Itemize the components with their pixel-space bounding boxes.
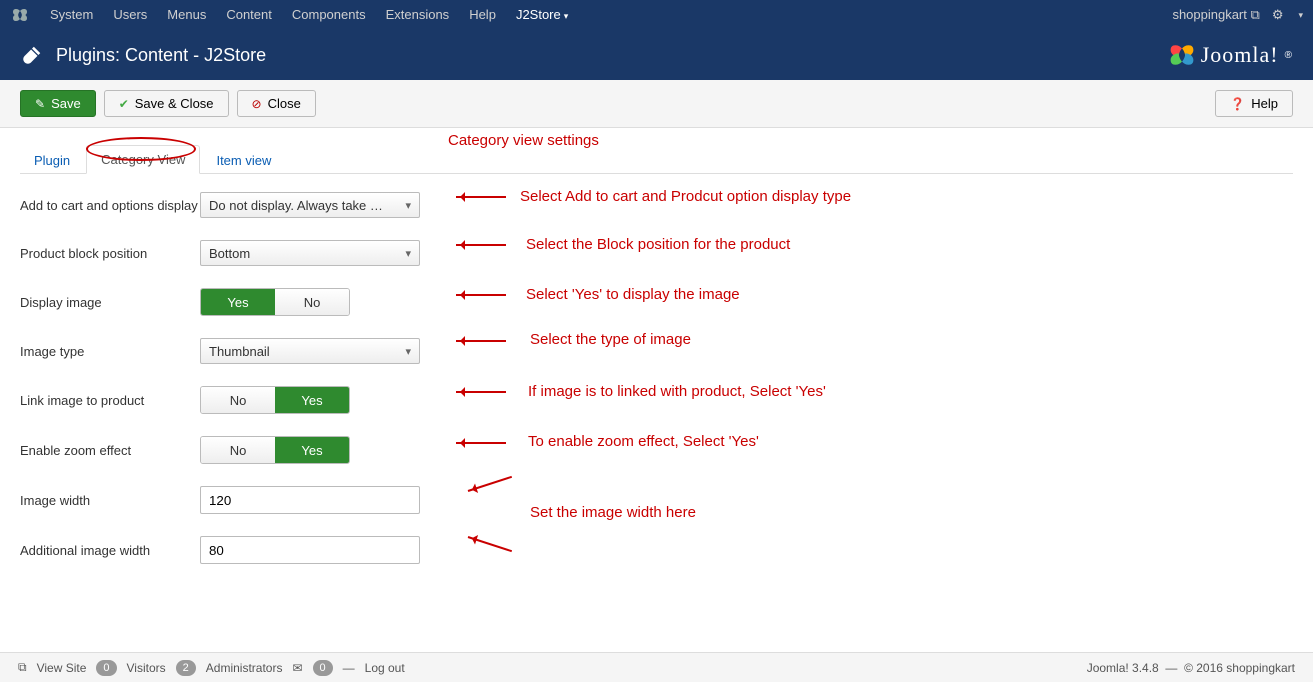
visitors-label[interactable]: Visitors [127, 661, 166, 675]
logout-link[interactable]: Log out [365, 661, 405, 675]
label-imgtype: Image type [20, 344, 200, 359]
toggle-zoom[interactable]: NoYes [200, 436, 350, 464]
annotation-7: Set the image width here [530, 504, 696, 521]
toggle-linkimg-no[interactable]: No [201, 387, 275, 413]
toggle-dispimg[interactable]: YesNo [200, 288, 350, 316]
menu-j2store-label: J2Store [516, 7, 561, 22]
top-menubar: System Users Menus Content Components Ex… [0, 0, 1313, 30]
arrow-icon [456, 442, 506, 444]
config-tabs: Plugin Category View Item view [20, 144, 1293, 174]
page-header: Plugins: Content - J2Store Joomla! ® [0, 30, 1313, 80]
arrow-icon [456, 196, 506, 198]
site-link[interactable]: shoppingkart ⧉ [1172, 7, 1259, 23]
brand-text: Joomla! [1201, 42, 1279, 68]
select-addtocart[interactable]: Do not display. Always take … [200, 192, 420, 218]
save-label: Save [51, 96, 81, 111]
check-icon: ✔ [119, 97, 129, 111]
tab-plugin[interactable]: Plugin [20, 147, 84, 174]
caret-icon[interactable]: ▾ [1298, 10, 1303, 21]
close-label: Close [268, 96, 301, 111]
toggle-zoom-no[interactable]: No [201, 437, 275, 463]
select-blockpos-value: Bottom [209, 246, 250, 261]
caret-icon: ▾ [564, 11, 569, 21]
input-addimgw[interactable] [200, 536, 420, 564]
annotation-5: If image is to linked with product, Sele… [528, 383, 826, 400]
joomla-mini-icon [10, 5, 30, 25]
arrow-icon [456, 244, 506, 246]
select-imgtype-value: Thumbnail [209, 344, 270, 359]
tab-item-view[interactable]: Item view [202, 147, 285, 174]
annotation-title: Category view settings [448, 132, 599, 149]
label-imgw: Image width [20, 493, 200, 508]
main-menu: System Users Menus Content Components Ex… [40, 0, 578, 31]
status-bar: ⧉ View Site 0 Visitors 2 Administrators … [0, 652, 1313, 682]
site-link-label: shoppingkart [1172, 7, 1246, 22]
row-addimgw: Additional image width [20, 536, 1293, 564]
copyright: © 2016 shoppingkart [1184, 661, 1295, 675]
menu-j2store[interactable]: J2Store▾ [506, 0, 578, 31]
select-blockpos[interactable]: Bottom [200, 240, 420, 266]
arrow-icon [456, 391, 506, 393]
annotation-2: Select the Block position for the produc… [526, 236, 790, 253]
brand-trademark: ® [1285, 50, 1293, 61]
label-addtocart: Add to cart and options display [20, 198, 200, 213]
cancel-icon: ⊘ [252, 97, 262, 111]
save-button[interactable]: ✎ Save [20, 90, 96, 117]
menu-menus[interactable]: Menus [157, 0, 216, 31]
menu-content[interactable]: Content [216, 0, 282, 31]
save-close-button[interactable]: ✔ Save & Close [104, 90, 229, 117]
annotation-4: Select the type of image [530, 331, 691, 348]
topbar-right: shoppingkart ⧉ ⚙ ▾ [1172, 7, 1303, 23]
gear-icon[interactable]: ⚙ [1272, 7, 1284, 23]
menu-components[interactable]: Components [282, 0, 376, 31]
arrow-icon [456, 340, 506, 342]
label-addimgw: Additional image width [20, 543, 200, 558]
help-button[interactable]: ❓ Help [1215, 90, 1293, 117]
toggle-linkimg[interactable]: NoYes [200, 386, 350, 414]
external-icon: ⧉ [1251, 7, 1260, 22]
dash-sep: — [343, 661, 355, 675]
label-dispimg: Display image [20, 295, 200, 310]
label-zoom: Enable zoom effect [20, 443, 200, 458]
visitors-count: 0 [96, 660, 116, 676]
page-title: Plugins: Content - J2Store [56, 45, 266, 66]
mail-icon: ✉ [292, 661, 302, 675]
joomla-brand: Joomla! ® [1169, 42, 1293, 68]
plug-icon [20, 43, 44, 67]
footer-right: Joomla! 3.4.8 — © 2016 shoppingkart [1087, 661, 1295, 675]
menu-extensions[interactable]: Extensions [376, 0, 460, 31]
save-close-label: Save & Close [135, 96, 214, 111]
close-button[interactable]: ⊘ Close [237, 90, 316, 117]
tab-category-view[interactable]: Category View [86, 145, 200, 174]
joomla-version: Joomla! 3.4.8 [1087, 661, 1159, 675]
action-toolbar: ✎ Save ✔ Save & Close ⊘ Close ❓ Help [0, 80, 1313, 128]
annotation-3: Select 'Yes' to display the image [526, 286, 740, 303]
label-linkimg: Link image to product [20, 393, 200, 408]
external-icon: ⧉ [18, 660, 27, 675]
menu-system[interactable]: System [40, 0, 103, 31]
admins-label[interactable]: Administrators [206, 661, 283, 675]
toggle-linkimg-yes[interactable]: Yes [275, 387, 349, 413]
joomla-logo-icon [1169, 42, 1195, 68]
toggle-dispimg-no[interactable]: No [275, 289, 349, 315]
select-imgtype[interactable]: Thumbnail [200, 338, 420, 364]
help-icon: ❓ [1230, 97, 1245, 111]
toggle-dispimg-yes[interactable]: Yes [201, 289, 275, 315]
admins-count: 2 [176, 660, 196, 676]
input-imgw[interactable] [200, 486, 420, 514]
annotation-6: To enable zoom effect, Select 'Yes' [528, 433, 759, 450]
menu-users[interactable]: Users [103, 0, 157, 31]
annotation-1: Select Add to cart and Prodcut option di… [520, 188, 851, 205]
select-addtocart-value: Do not display. Always take … [209, 198, 383, 213]
menu-help[interactable]: Help [459, 0, 506, 31]
save-icon: ✎ [35, 97, 45, 111]
toggle-zoom-yes[interactable]: Yes [275, 437, 349, 463]
arrow-icon [456, 294, 506, 296]
label-blockpos: Product block position [20, 246, 200, 261]
view-site-link[interactable]: View Site [37, 661, 87, 675]
help-label: Help [1251, 96, 1278, 111]
messages-count: 0 [313, 660, 333, 676]
